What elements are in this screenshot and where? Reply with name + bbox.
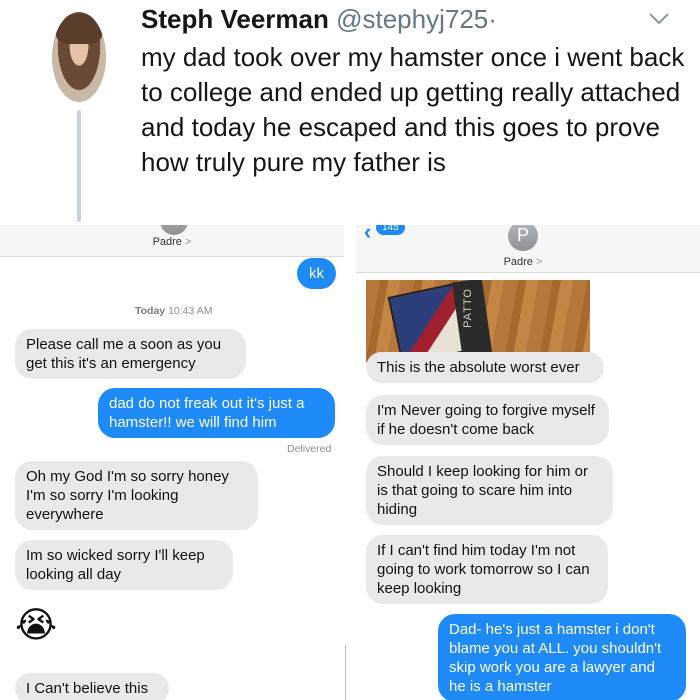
message-bubble-received: Im so wicked sorry I'll keep looking all… [15, 540, 233, 590]
chevron-right-icon: > [535, 256, 543, 268]
contact-name: Padre [503, 256, 533, 268]
message-bubble-received: This is the absolute worst ever [366, 352, 604, 383]
delivered-status: Delivered [287, 443, 332, 455]
timestamp-time: 10:43 AM [168, 305, 213, 317]
contact-title[interactable]: Padre > [0, 236, 344, 248]
chevron-down-icon[interactable] [648, 6, 670, 32]
contact-title[interactable]: Padre > [356, 256, 695, 268]
back-chevron-icon[interactable]: ‹ [364, 225, 371, 245]
contact-name: Padre [152, 236, 182, 248]
left-imessage-screenshot: Padre > kk Today 10:43 AM Please call me… [0, 225, 344, 700]
message-bubble-sent: Dad- he's just a hamster i don't blame y… [438, 614, 686, 700]
profile-avatar[interactable] [52, 12, 106, 102]
message-bubble-sent: dad do not freak out it's just a hamster… [98, 388, 335, 438]
right-imessage-screenshot: ‹ 145 P Padre > PATTO This is the absolu… [356, 225, 700, 700]
contact-avatar[interactable] [160, 225, 188, 235]
thread-connector-line [77, 110, 81, 222]
crying-face-emoji: 😭 [15, 604, 58, 645]
message-bubble-sent: kk [297, 258, 336, 289]
screenshot-divider [344, 225, 356, 700]
unread-count-badge[interactable]: 145 [376, 225, 405, 235]
chevron-right-icon: > [184, 236, 192, 248]
conversation-header: Padre > [0, 225, 344, 257]
spine-text: PATTO [462, 288, 474, 328]
display-name[interactable]: Steph Veerman [141, 4, 329, 34]
contact-avatar[interactable]: P [508, 225, 538, 251]
message-bubble-received: If I can't find him today I'm not going … [366, 535, 608, 604]
user-handle[interactable]: @stephyj725 [336, 4, 488, 34]
timestamp: Today 10:43 AM [135, 305, 212, 317]
conversation-header: ‹ 145 P Padre > [356, 225, 700, 273]
message-bubble-received: Oh my God I'm so sorry honey I'm so sorr… [15, 461, 258, 530]
tweet-header: Steph Veerman @stephyj725· my dad took o… [0, 0, 700, 225]
timestamp-day: Today [135, 305, 166, 317]
message-bubble-received: Should I keep looking for him or is that… [366, 456, 613, 525]
handle-separator: · [488, 4, 497, 34]
message-bubble-received: Please call me a soon as you get this it… [15, 329, 246, 379]
message-bubble-received: I Can't believe this [15, 673, 169, 700]
message-bubble-received: I'm Never going to forgive myself if he … [366, 395, 609, 445]
tweet-text: my dad took over my hamster once i went … [141, 42, 685, 177]
tweet-author-line: Steph Veerman @stephyj725· [141, 4, 497, 35]
